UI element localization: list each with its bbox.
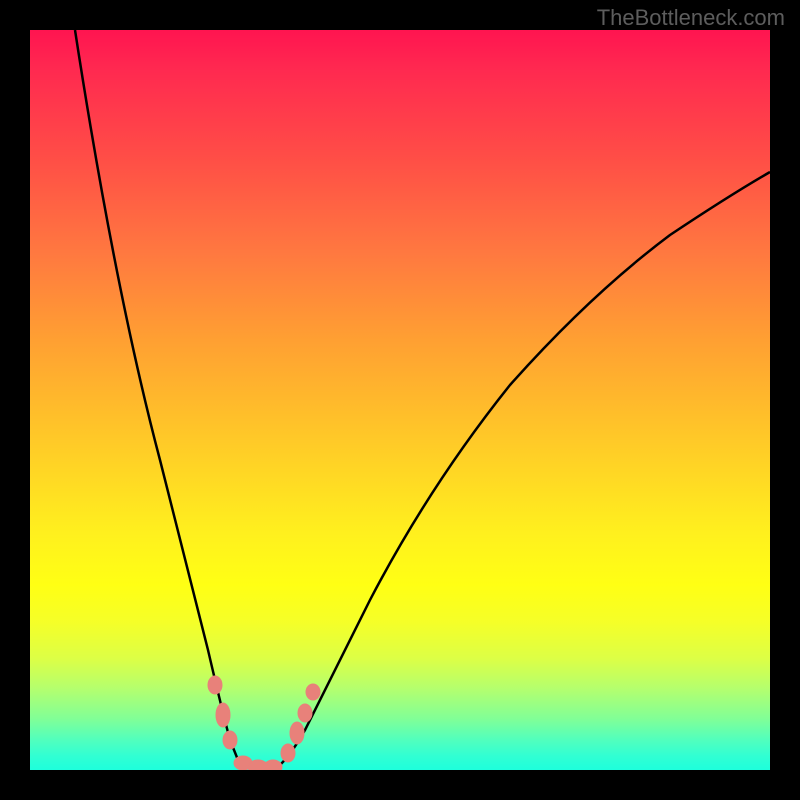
marker-point — [264, 760, 282, 770]
right-curve-path — [275, 172, 770, 769]
marker-point — [281, 744, 295, 762]
marker-group — [208, 676, 320, 770]
marker-point — [223, 731, 237, 749]
marker-point — [216, 703, 230, 727]
marker-point — [290, 722, 304, 744]
left-curve-path — [75, 30, 240, 765]
marker-point — [306, 684, 320, 700]
watermark-text: TheBottleneck.com — [597, 5, 785, 31]
marker-point — [298, 704, 312, 722]
marker-point — [208, 676, 222, 694]
chart-curves — [30, 30, 770, 770]
